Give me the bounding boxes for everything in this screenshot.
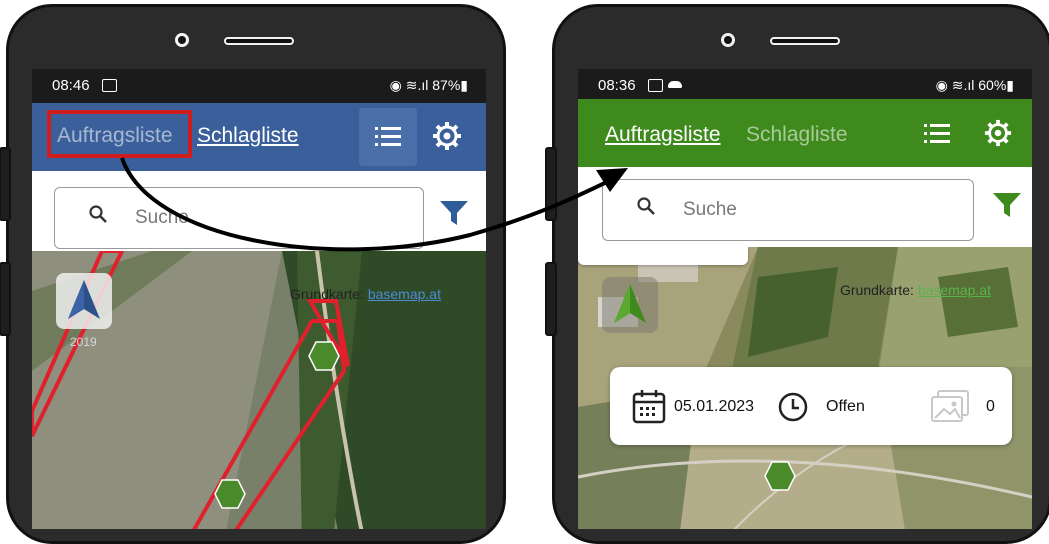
transition-arrow: [120, 157, 628, 252]
